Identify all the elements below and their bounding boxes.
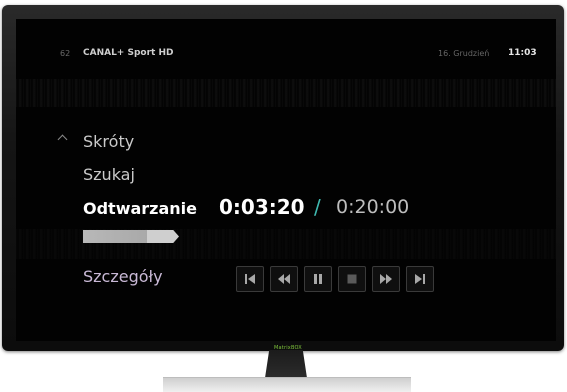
progress-bar[interactable] — [83, 230, 179, 243]
progress-fill — [83, 230, 147, 243]
channel-number: 62 — [60, 49, 71, 58]
signal-noise — [16, 79, 556, 107]
channel-info-bar: 62 CANAL+ Sport HD 16. Grudzień 11:03 — [16, 19, 556, 59]
rewind-button[interactable] — [270, 266, 298, 292]
fast-forward-icon — [380, 274, 392, 284]
fast-forward-button[interactable] — [372, 266, 400, 292]
pause-button[interactable] — [304, 266, 332, 292]
stop-button[interactable] — [338, 266, 366, 292]
skip-next-button[interactable] — [406, 266, 434, 292]
menu-item-shortcuts[interactable]: Skróty — [83, 132, 134, 151]
rewind-icon — [278, 274, 290, 284]
chevron-up-icon[interactable] — [57, 134, 68, 145]
skip-previous-button[interactable] — [236, 266, 264, 292]
tv-screen: 62 CANAL+ Sport HD 16. Grudzień 11:03 Sk… — [16, 19, 556, 341]
skip-next-icon — [415, 274, 425, 284]
skip-previous-icon — [245, 274, 255, 284]
current-time: 0:03:20 — [219, 195, 305, 219]
progress-buffer — [147, 230, 179, 243]
menu-item-playback[interactable]: Odtwarzanie — [83, 199, 197, 218]
clock: 11:03 — [508, 48, 537, 58]
date-label: 16. Grudzień — [438, 49, 490, 58]
time-separator: / — [314, 195, 321, 219]
tv-stand-neck — [265, 350, 307, 378]
total-time: 0:20:00 — [336, 196, 410, 218]
stop-icon — [347, 274, 357, 284]
playback-controls — [236, 266, 434, 292]
menu-item-search[interactable]: Szukaj — [83, 165, 135, 184]
menu-item-details[interactable]: Szczegóły — [83, 267, 163, 286]
channel-name: CANAL+ Sport HD — [83, 48, 174, 58]
pause-icon — [314, 274, 322, 284]
tv-frame: 62 CANAL+ Sport HD 16. Grudzień 11:03 Sk… — [2, 5, 564, 351]
